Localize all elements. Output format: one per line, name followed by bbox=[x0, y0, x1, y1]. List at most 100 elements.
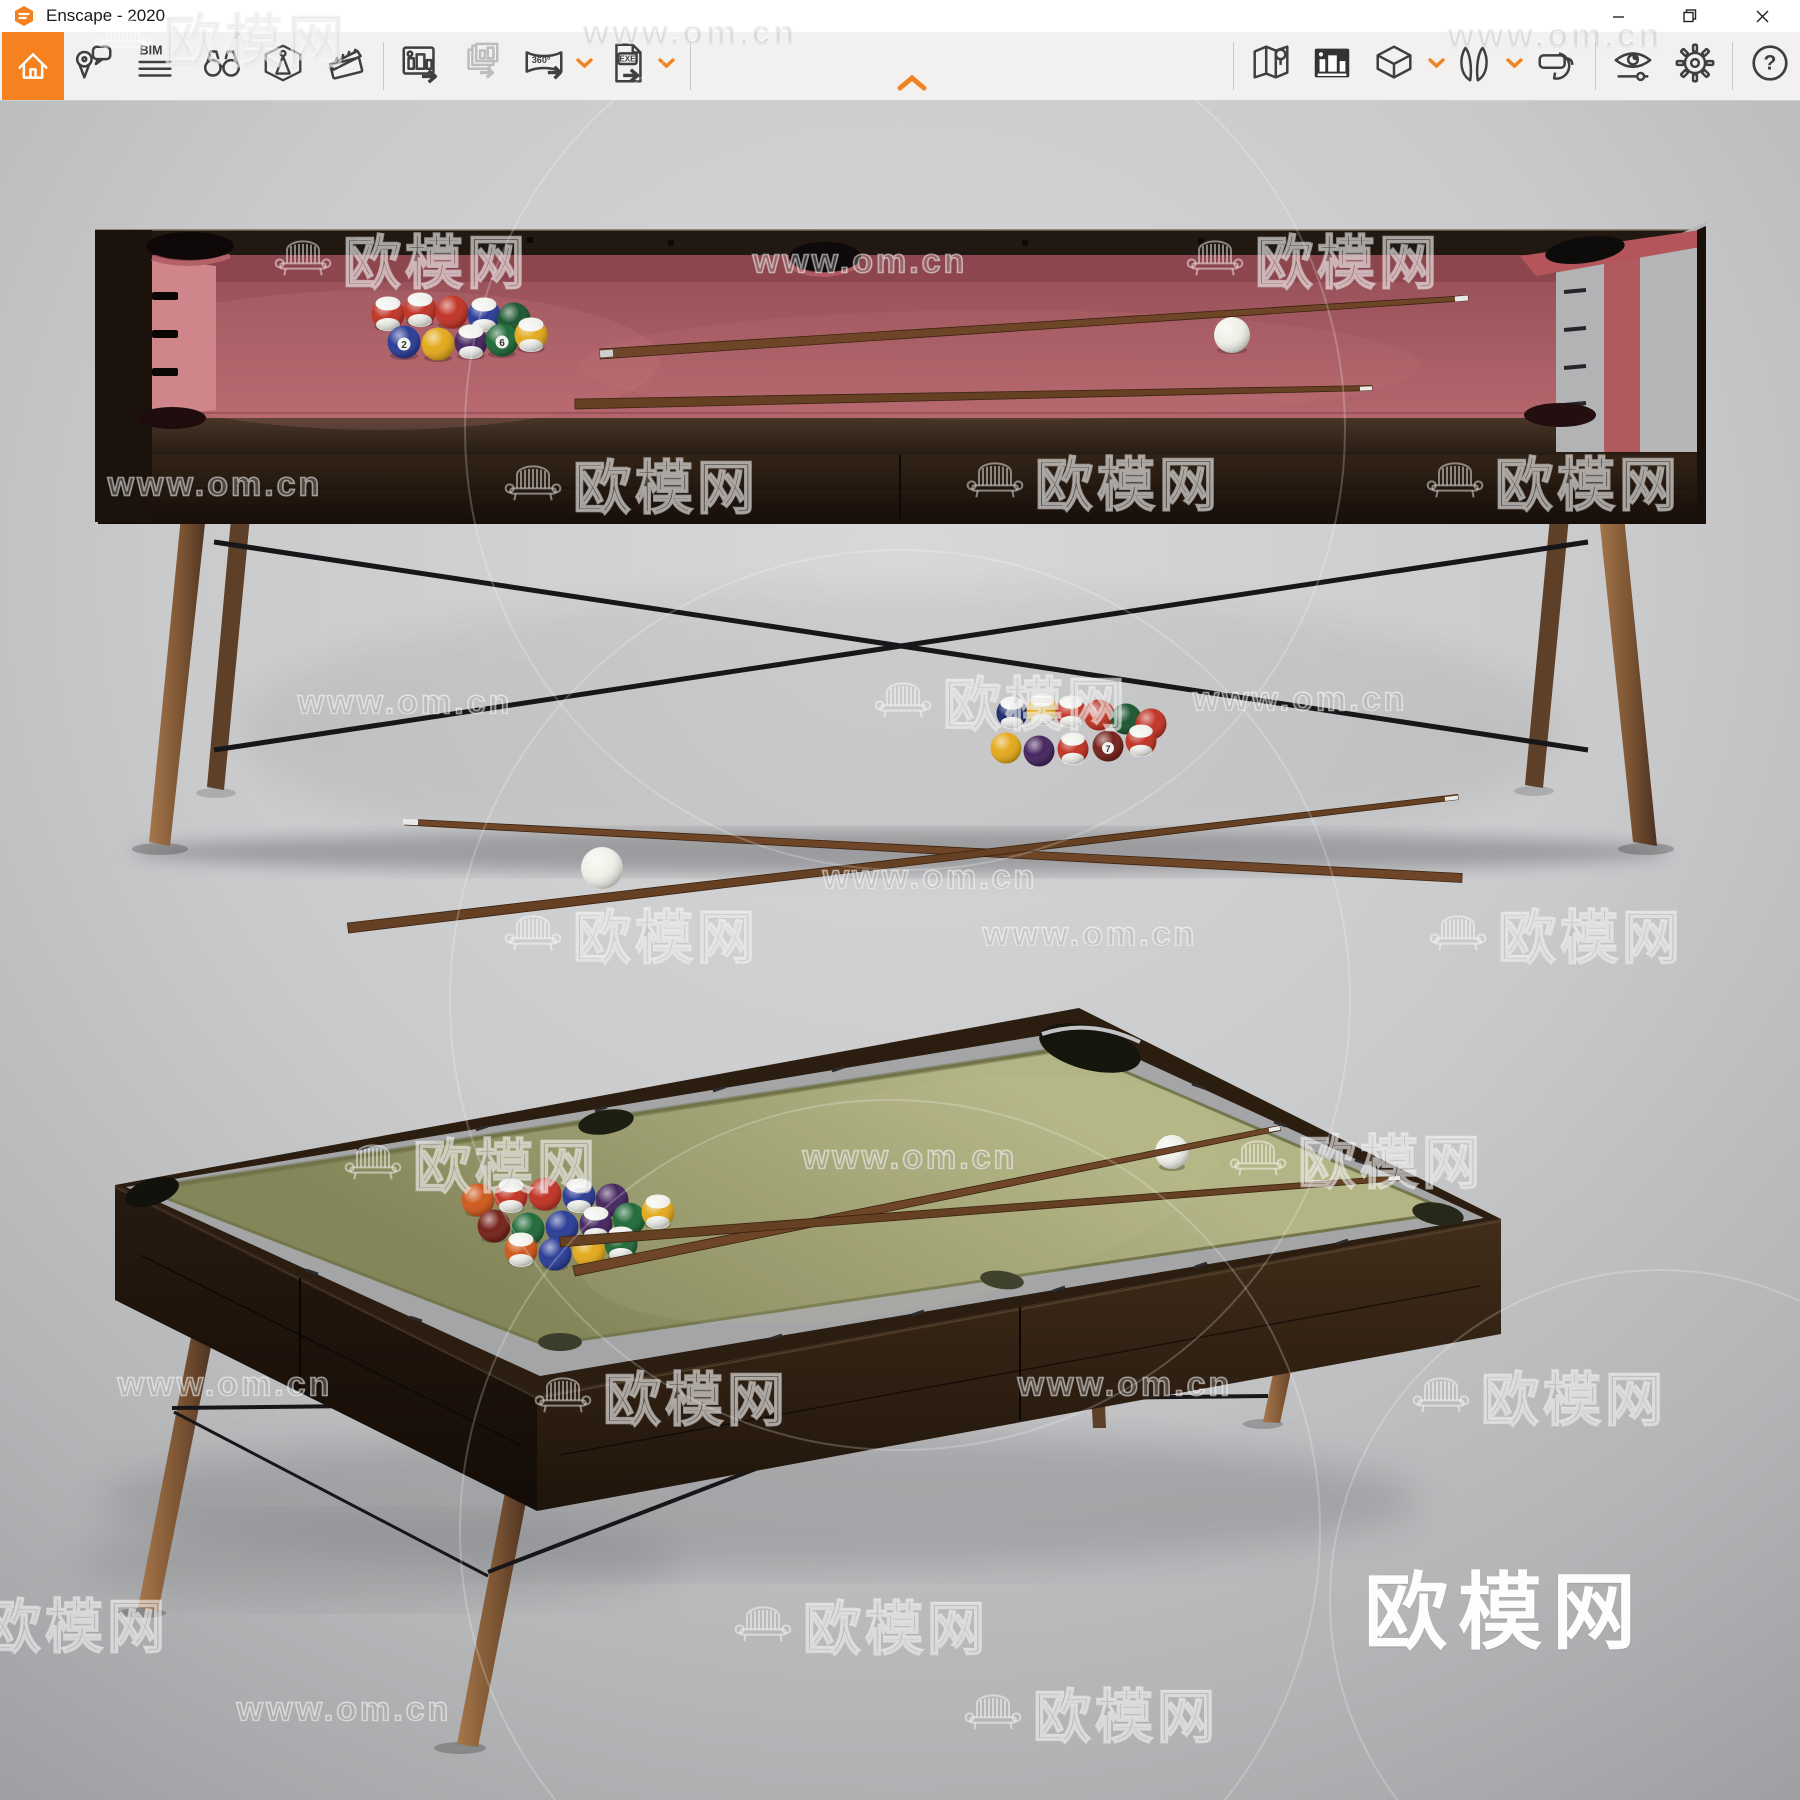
cue-tip bbox=[1359, 386, 1373, 391]
ball-number: 6 bbox=[499, 338, 505, 349]
pocket bbox=[1524, 403, 1596, 427]
billiard-ball bbox=[504, 1232, 538, 1267]
billiard-ball bbox=[371, 296, 405, 331]
ball-number: 7 bbox=[1105, 744, 1110, 754]
wings-icon bbox=[1460, 46, 1488, 82]
ball-number: 2 bbox=[401, 340, 407, 351]
cube-button[interactable] bbox=[1371, 40, 1417, 92]
title-bar: Enscape - 2020 bbox=[0, 0, 1800, 32]
svg-text:?: ? bbox=[1764, 52, 1777, 75]
billiard-ball bbox=[1057, 732, 1089, 765]
panorama-360-export-button[interactable]: 360° bbox=[521, 40, 567, 92]
pocket bbox=[146, 232, 234, 260]
billiard-ball bbox=[435, 295, 469, 329]
panorama-360-export-icon: 360° bbox=[525, 51, 563, 80]
map-button[interactable] bbox=[1248, 40, 1294, 92]
close-button[interactable] bbox=[1738, 0, 1786, 32]
cue-tip bbox=[1268, 1126, 1281, 1132]
billiard-ball bbox=[1026, 693, 1058, 726]
projection-box-icon bbox=[264, 44, 302, 82]
toolbar-separator bbox=[690, 42, 691, 90]
restore-button[interactable] bbox=[1666, 0, 1714, 32]
billiard-ball bbox=[1083, 699, 1115, 731]
billiard-ball bbox=[641, 1194, 675, 1229]
minimize-button[interactable] bbox=[1594, 0, 1642, 32]
batch-export-button[interactable] bbox=[457, 40, 503, 92]
cue-butt-cap bbox=[599, 349, 614, 358]
cue-tip bbox=[1454, 295, 1469, 302]
toolbar-separator bbox=[1732, 42, 1733, 90]
viewport-3d-scene[interactable]: 2 6 7 bbox=[0, 0, 1800, 1800]
billiard-ball bbox=[528, 1177, 562, 1211]
home-icon bbox=[18, 53, 48, 79]
bim-info-icon: BIM bbox=[138, 43, 172, 77]
batch-export-icon bbox=[467, 42, 499, 79]
cue-ball bbox=[581, 847, 623, 889]
chevron-down-icon[interactable] bbox=[1428, 58, 1445, 69]
collapse-toolbar-chevron[interactable] bbox=[897, 74, 927, 92]
billiard-ball bbox=[403, 292, 437, 327]
bim-info-button[interactable]: BIM bbox=[132, 40, 178, 92]
vr-headset-button[interactable] bbox=[1534, 40, 1580, 92]
back-rail bbox=[95, 230, 1706, 255]
home-button[interactable] bbox=[2, 32, 64, 100]
billiard-ball bbox=[421, 327, 455, 361]
exe-export-icon: EXE bbox=[615, 43, 642, 83]
billiard-ball bbox=[454, 324, 488, 359]
cue-tip bbox=[402, 818, 419, 826]
exe-export-button[interactable]: EXE bbox=[604, 40, 650, 92]
enscape-window: 2 6 7 Enscape - 2020 BIM 360° EXE ? 欧模网 bbox=[0, 0, 1800, 1800]
chevron-down-icon[interactable] bbox=[576, 58, 593, 69]
screenshot-export-button[interactable] bbox=[398, 40, 444, 92]
binoculars-button[interactable] bbox=[199, 40, 245, 92]
billiard-ball bbox=[514, 317, 548, 352]
wings-button[interactable] bbox=[1451, 40, 1497, 92]
help-icon: ? bbox=[1752, 45, 1788, 81]
help-button[interactable]: ? bbox=[1747, 40, 1793, 92]
projection-box-button[interactable] bbox=[260, 40, 306, 92]
cushion-shadow bbox=[150, 252, 1646, 282]
vr-headset-icon bbox=[1538, 52, 1574, 80]
viewport-render-button[interactable] bbox=[1309, 40, 1355, 92]
toolbar-separator bbox=[1233, 42, 1234, 90]
svg-text:BIM: BIM bbox=[140, 43, 163, 57]
pin-comment-icon bbox=[75, 45, 112, 79]
billiard-ball bbox=[1055, 695, 1087, 728]
toolbar-separator bbox=[383, 42, 384, 90]
clapperboard-icon bbox=[328, 48, 364, 80]
settings-button[interactable] bbox=[1672, 40, 1718, 92]
minimize-icon bbox=[1612, 15, 1624, 18]
right-end-cap bbox=[1640, 222, 1706, 452]
pocket bbox=[138, 407, 206, 429]
billiard-ball bbox=[996, 696, 1028, 729]
chevron-down-icon[interactable] bbox=[658, 58, 675, 69]
left-end-cap bbox=[95, 230, 152, 522]
billiard-ball bbox=[1023, 735, 1055, 767]
gear-icon bbox=[1675, 43, 1715, 83]
enscape-logo-icon bbox=[15, 6, 33, 26]
window-title: Enscape - 2020 bbox=[46, 6, 166, 25]
billiard-ball bbox=[1125, 724, 1157, 757]
billiard-ball bbox=[477, 1209, 511, 1243]
viewport-render-icon bbox=[1314, 48, 1350, 78]
pin-comment-button[interactable] bbox=[70, 40, 116, 92]
screenshot-export-icon bbox=[402, 46, 438, 84]
toolbar-separator bbox=[1595, 42, 1596, 90]
eye-settings-icon bbox=[1614, 52, 1652, 82]
clapperboard-button[interactable] bbox=[322, 40, 368, 92]
cube-icon bbox=[1376, 45, 1412, 79]
cue-ball bbox=[1214, 317, 1250, 353]
svg-text:EXE: EXE bbox=[619, 55, 636, 64]
binoculars-icon bbox=[203, 50, 241, 77]
svg-text:360°: 360° bbox=[532, 55, 551, 65]
pocket bbox=[538, 1333, 582, 1351]
billiard-ball bbox=[990, 732, 1022, 764]
chevron-down-icon[interactable] bbox=[1506, 58, 1523, 69]
billiard-ball bbox=[494, 1178, 528, 1213]
close-icon bbox=[1756, 10, 1768, 22]
visual-settings-button[interactable] bbox=[1610, 40, 1656, 92]
map-icon bbox=[1253, 45, 1289, 79]
cue-tip bbox=[1444, 795, 1459, 801]
restore-icon bbox=[1683, 9, 1697, 23]
cue-tip bbox=[1388, 1176, 1401, 1181]
